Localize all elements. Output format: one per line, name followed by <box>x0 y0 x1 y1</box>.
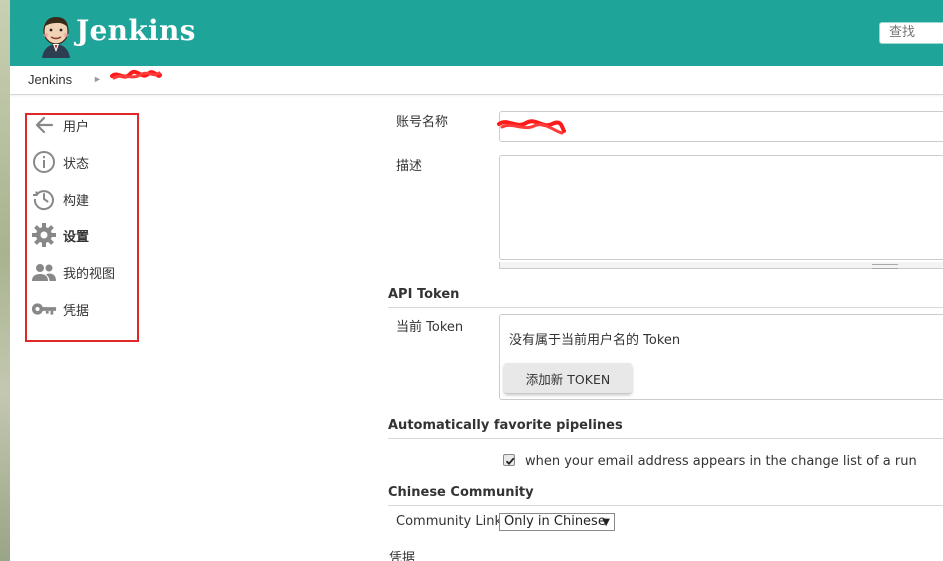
jenkins-logo-icon[interactable] <box>36 14 76 58</box>
section-divider <box>388 307 943 308</box>
sidebar-item-status[interactable]: 状态 <box>31 147 135 177</box>
account-name-field[interactable] <box>497 111 943 142</box>
info-circle-icon <box>31 149 57 175</box>
no-token-message: 没有属于当前用户名的 Token <box>509 333 681 348</box>
key-icon <box>31 296 57 322</box>
section-divider <box>388 438 943 439</box>
brand-title[interactable]: Jenkins <box>76 14 196 47</box>
gear-icon <box>31 222 57 248</box>
triangle-right-icon: ► <box>93 74 102 84</box>
sidebar-item-label: 用户 <box>63 119 90 135</box>
auto-favorite-checkbox-label[interactable]: when your email address appears in the c… <box>525 454 917 469</box>
description-label: 描述 <box>396 159 423 174</box>
community-link-label: Community Link <box>396 514 502 529</box>
arrow-left-icon <box>31 112 57 138</box>
auto-favorite-checkbox[interactable] <box>503 454 515 466</box>
api-token-section-title: API Token <box>388 287 460 302</box>
auto-favorite-section-title: Automatically favorite pipelines <box>388 418 623 433</box>
sidebar-item-label: 设置 <box>63 229 90 245</box>
account-name-label: 账号名称 <box>396 115 449 130</box>
truncated-credentials-label: 凭据 <box>389 551 416 561</box>
history-clock-icon <box>31 186 57 212</box>
people-icon <box>31 259 57 285</box>
redacted-username-mark <box>110 69 162 80</box>
chinese-community-section-title: Chinese Community <box>388 485 534 500</box>
breadcrumb: Jenkins ► <box>10 66 943 95</box>
sidebar-item-label: 凭据 <box>63 303 90 319</box>
sidebar-item-settings[interactable]: 设置 <box>31 220 135 250</box>
sidebar-menu: 用户 状态 构建 设置 我的视图 凭据 <box>25 113 139 342</box>
description-textarea[interactable] <box>499 155 943 260</box>
sidebar-item-my-views[interactable]: 我的视图 <box>31 257 135 287</box>
sidebar-item-label: 我的视图 <box>63 266 116 282</box>
sidebar-item-credentials[interactable]: 凭据 <box>31 294 135 324</box>
checkmark-icon <box>505 457 515 466</box>
resize-grip-icon[interactable] <box>872 264 898 269</box>
breadcrumb-jenkins-link[interactable]: Jenkins <box>28 72 72 87</box>
sidebar-item-label: 构建 <box>63 193 90 209</box>
current-token-label: 当前 Token <box>396 320 464 335</box>
header-bar: Jenkins 查找 <box>10 0 943 66</box>
community-link-select[interactable]: Only in Chinese ▼ <box>499 513 615 531</box>
redacted-account-name-mark <box>497 119 566 135</box>
add-new-token-button[interactable]: 添加新 TOKEN <box>504 363 632 393</box>
search-input[interactable]: 查找 <box>879 22 943 44</box>
sidebar-item-user[interactable]: 用户 <box>31 110 135 140</box>
section-divider <box>388 505 943 506</box>
sidebar-item-builds[interactable]: 构建 <box>31 184 135 214</box>
jenkins-page: Jenkins 查找 Jenkins ► 用户 状态 构建 设置 我的视图 凭据… <box>10 0 943 561</box>
community-link-selected-value: Only in Chinese <box>504 514 606 529</box>
sidebar-item-label: 状态 <box>63 156 90 172</box>
chevron-down-icon: ▼ <box>602 517 610 528</box>
